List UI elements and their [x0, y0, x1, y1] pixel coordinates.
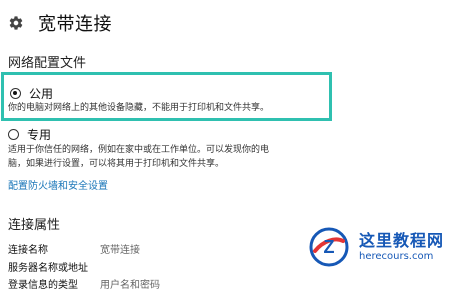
- gear-icon: [9, 16, 23, 30]
- private-description-line2: 脑，如果进行设置，可以将其用于打印机和文件共享。: [8, 159, 225, 169]
- watermark: Z 这里教程网 herecours.com: [307, 222, 457, 272]
- public-label: 公用: [29, 87, 54, 101]
- watermark-logo-icon: Z: [309, 227, 349, 267]
- public-profile-option[interactable]: 公用: [10, 85, 53, 102]
- network-profile-title: 网络配置文件: [8, 56, 87, 71]
- firewall-settings-link[interactable]: 配置防火墙和安全设置: [8, 177, 108, 192]
- property-label: 登录信息的类型: [8, 280, 78, 291]
- private-label: 专用: [27, 128, 52, 142]
- public-radio-button[interactable]: [10, 88, 21, 99]
- watermark-text: 这里教程网 herecours.com: [359, 232, 444, 263]
- private-radio-button[interactable]: [8, 129, 19, 140]
- private-profile-option[interactable]: 专用: [8, 126, 51, 143]
- public-description: 你的电脑对网络上的其他设备隐藏，不能用于打印机和文件共享。: [8, 103, 270, 113]
- watermark-title: 这里教程网: [359, 230, 445, 250]
- property-label: 服务器名称或地址: [8, 263, 88, 274]
- property-row-login-type: 登录信息的类型 用户名和密码: [8, 276, 160, 291]
- page-title: 宽带连接: [38, 14, 112, 35]
- property-value: 用户名和密码: [100, 280, 160, 291]
- svg-text:Z: Z: [324, 237, 335, 257]
- property-value: 宽带连接: [100, 245, 140, 256]
- property-row-server-name: 服务器名称或地址: [8, 259, 100, 274]
- property-label: 连接名称: [8, 245, 48, 256]
- property-row-connection-name: 连接名称 宽带连接: [8, 241, 140, 256]
- page-header: 宽带连接: [8, 10, 112, 36]
- connection-properties-title: 连接属性: [8, 218, 61, 233]
- watermark-url: herecours.com: [359, 251, 434, 263]
- private-description-line1: 适用于你信任的网络，例如在家中或在工作单位。可以发现你的电: [8, 145, 270, 155]
